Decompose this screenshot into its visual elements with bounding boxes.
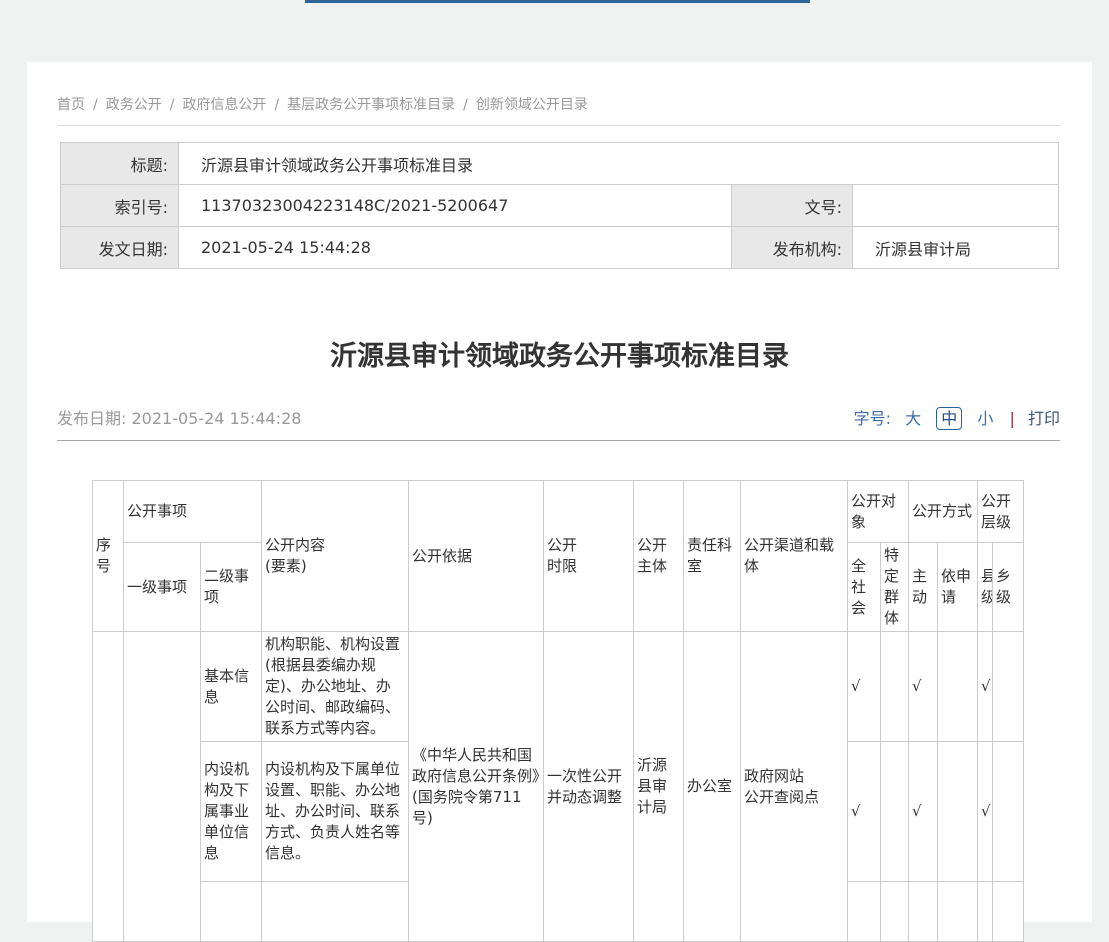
- breadcrumb-separator: /: [274, 97, 279, 113]
- check-xiangji: [993, 632, 1024, 742]
- breadcrumb-zfxxgk[interactable]: 政府信息公开: [182, 97, 266, 113]
- cell-gongkai-qudao: 政府网站 公开查阅点: [741, 632, 848, 942]
- cell-gongkai-neirong: 机构职能、机构设置(根据县委编办规定)、办公地址、办公时间、邮政编码、联系方式等…: [262, 632, 409, 742]
- col-header-zhudong: 主动: [909, 543, 938, 632]
- cell-xuhao: [93, 632, 124, 942]
- meta-table: 标题: 沂源县审计领域政务公开事项标准目录 索引号: 1137032300422…: [60, 142, 1059, 269]
- meta-docnum-label: 文号:: [732, 185, 853, 227]
- font-size-small-button[interactable]: 小: [977, 409, 993, 428]
- col-header-zeren-keshi: 责任科室: [684, 481, 741, 632]
- meta-row-date: 发文日期: 2021-05-24 15:44:28 发布机构: 沂源县审计局: [61, 227, 1059, 269]
- col-header-xuhao: 序号: [93, 481, 124, 632]
- meta-row-index: 索引号: 11370323004223148C/2021-5200647 文号:: [61, 185, 1059, 227]
- cell-gongkai-neirong: [262, 882, 409, 942]
- check-yishenqing: [938, 742, 978, 882]
- col-header-gongkai-neirong: 公开内容 (要素): [262, 481, 409, 632]
- cell-gongkai-yiju: 《中华人民共和国政府信息公开条例》(国务院令第711号): [409, 632, 544, 942]
- meta-index-label: 索引号:: [61, 185, 179, 227]
- meta-agency-label: 发布机构:: [732, 227, 853, 269]
- check-zhudong: [909, 882, 938, 942]
- meta-date-label: 发文日期:: [61, 227, 179, 269]
- cell-gongkai-neirong: 内设机构及下属单位设置、职能、办公地址、办公时间、联系方式、负责人姓名等信息。: [262, 742, 409, 882]
- cell-gongkai-shixian: 一次性公开并动态调整: [544, 632, 634, 942]
- meta-index-value: 11370323004223148C/2021-5200647: [179, 185, 732, 227]
- cell-zeren-keshi: 办公室: [684, 632, 741, 942]
- breadcrumb-jczwgk[interactable]: 基层政务公开事项标准目录: [287, 97, 455, 113]
- table-row: 基本信息 机构职能、机构设置(根据县委编办规定)、办公地址、办公时间、邮政编码、…: [93, 632, 1024, 742]
- col-header-yiji-shixiang: 一级事项: [124, 543, 201, 632]
- meta-title-label: 标题:: [61, 143, 179, 185]
- check-xianji: [978, 882, 993, 942]
- check-quanshehui: √: [848, 742, 881, 882]
- cell-erji-shixiang: [201, 882, 262, 942]
- check-quanshehui: [848, 882, 881, 942]
- check-quanshehui: √: [848, 632, 881, 742]
- breadcrumb-home[interactable]: 首页: [57, 97, 85, 113]
- col-header-gongkai-cengji: 公开层级: [978, 481, 1024, 543]
- top-nav-bar: [305, 0, 810, 3]
- check-xiangji: [993, 882, 1024, 942]
- catalog-table: 序号 公开事项 公开内容 (要素) 公开依据 公开 时限 公开主体 责任科室 公…: [92, 480, 1024, 942]
- font-size-widget: 字号: 大 中 小 | 打印: [854, 405, 1060, 429]
- meta-date-value: 2021-05-24 15:44:28: [179, 227, 732, 269]
- check-teding-qunti: [881, 742, 909, 882]
- col-header-teding-qunti: 特定群体: [881, 543, 909, 632]
- check-yishenqing: [938, 632, 978, 742]
- check-xiangji: [993, 742, 1024, 882]
- col-header-gongkai-zhuti: 公开主体: [634, 481, 684, 632]
- content-card: 首页 / 政务公开 / 政府信息公开 / 基层政务公开事项标准目录 / 创新领域公开目录 标题:…: [27, 62, 1092, 922]
- col-header-gongkai-duixiang: 公开对象: [848, 481, 909, 543]
- check-xianji: √: [978, 632, 993, 742]
- meta-agency-value: 沂源县审计局: [853, 227, 1059, 269]
- breadcrumb-cxly[interactable]: 创新领域公开目录: [476, 97, 588, 113]
- col-header-xiangji: 乡级: [993, 543, 1024, 632]
- print-button[interactable]: 打印: [1028, 409, 1060, 428]
- cell-erji-shixiang: 基本信息: [201, 632, 262, 742]
- publish-date: 发布日期: 2021-05-24 15:44:28: [57, 405, 301, 429]
- page-title: 沂源县审计领域政务公开事项标准目录: [27, 339, 1092, 375]
- cell-erji-shixiang: 内设机构及下属事业单位信息: [201, 742, 262, 882]
- col-header-gongkai-yiju: 公开依据: [409, 481, 544, 632]
- col-header-gongkai-shixian: 公开 时限: [544, 481, 634, 632]
- check-teding-qunti: [881, 632, 909, 742]
- publish-date-value: 2021-05-24 15:44:28: [132, 409, 302, 428]
- check-teding-qunti: [881, 882, 909, 942]
- article-divider: [57, 440, 1060, 441]
- print-separator: |: [1010, 409, 1015, 428]
- col-header-erji-shixiang: 二级事项: [201, 543, 262, 632]
- breadcrumb-separator: /: [170, 97, 175, 113]
- breadcrumb-separator: /: [463, 97, 468, 113]
- col-header-quanshehui: 全社会: [848, 543, 881, 632]
- check-zhudong: √: [909, 742, 938, 882]
- font-size-label: 字号:: [854, 409, 891, 428]
- check-zhudong: √: [909, 632, 938, 742]
- col-header-gongkai-shixiang: 公开事项: [124, 481, 262, 543]
- meta-docnum-value: [853, 185, 1059, 227]
- col-header-yishenqing: 依申请: [938, 543, 978, 632]
- publish-row: 发布日期: 2021-05-24 15:44:28 字号: 大 中 小 | 打印: [57, 405, 1060, 427]
- breadcrumb: 首页 / 政务公开 / 政府信息公开 / 基层政务公开事项标准目录 / 创新领域公开目录: [57, 94, 1062, 114]
- breadcrumb-separator: /: [93, 97, 98, 113]
- col-header-gongkai-fangshi: 公开方式: [909, 481, 978, 543]
- font-size-large-button[interactable]: 大: [905, 409, 921, 428]
- publish-date-label: 发布日期:: [57, 409, 126, 428]
- breadcrumb-underline: [57, 125, 1060, 126]
- meta-title-value: 沂源县审计领域政务公开事项标准目录: [179, 143, 1059, 185]
- meta-row-title: 标题: 沂源县审计领域政务公开事项标准目录: [61, 143, 1059, 185]
- cell-gongkai-zhuti: 沂源县审计局: [634, 632, 684, 942]
- col-header-xianji: 县级: [978, 543, 993, 632]
- check-xianji: √: [978, 742, 993, 882]
- col-header-gongkai-qudao: 公开渠道和载体: [741, 481, 848, 632]
- header-row-1: 序号 公开事项 公开内容 (要素) 公开依据 公开 时限 公开主体 责任科室 公…: [93, 481, 1024, 543]
- font-size-medium-button[interactable]: 中: [936, 407, 962, 430]
- cell-yiji-shixiang: [124, 632, 201, 942]
- breadcrumb-zwgk[interactable]: 政务公开: [106, 97, 162, 113]
- check-yishenqing: [938, 882, 978, 942]
